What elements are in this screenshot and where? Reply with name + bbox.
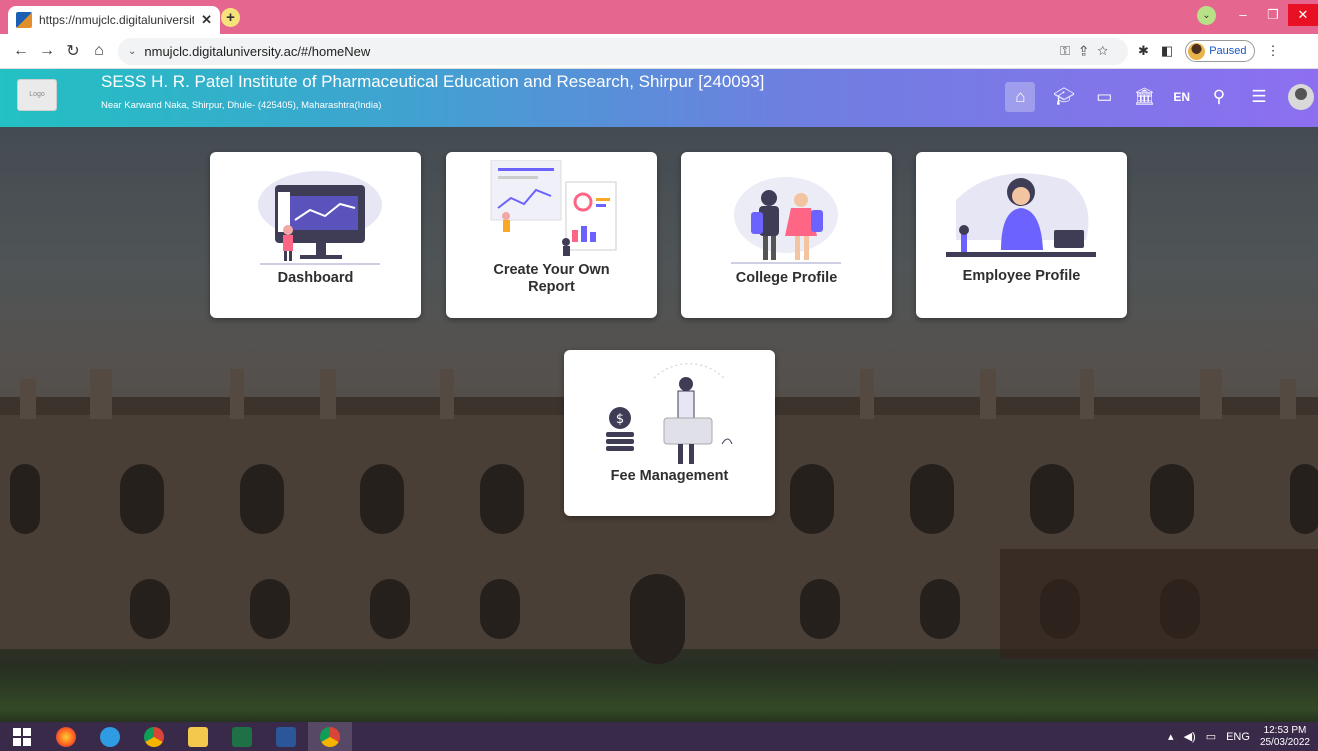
tab-close-icon[interactable]: ✕	[201, 12, 212, 28]
students-illustration-icon	[731, 177, 841, 264]
create-report-card[interactable]: Create Your Own Report	[446, 152, 657, 318]
fee-illustration-icon: $	[606, 363, 733, 464]
back-button[interactable]: ←	[8, 42, 34, 60]
chrome-menu-icon[interactable]: ⋮	[1267, 43, 1280, 59]
network-icon[interactable]: ▭	[1206, 730, 1216, 743]
institute-name: SESS H. R. Patel Institute of Pharmaceut…	[101, 72, 765, 91]
site-header: Logo SESS H. R. Patel Institute of Pharm…	[0, 69, 1318, 127]
user-avatar[interactable]	[1288, 84, 1314, 110]
word-icon	[276, 726, 296, 747]
institute-address: Near Karwand Naka, Shirpur, Dhule- (4254…	[101, 100, 382, 111]
fee-management-card[interactable]: $ Fee Management	[564, 350, 775, 516]
clock-time: 12:53 PM	[1263, 724, 1307, 736]
chrome-taskbar-button[interactable]	[132, 722, 176, 751]
firefox-taskbar-button[interactable]	[44, 722, 88, 751]
site-info-icon[interactable]: ⌄	[128, 46, 136, 57]
excel-icon	[232, 726, 252, 747]
internet-explorer-icon	[100, 726, 120, 747]
side-panel-icon[interactable]: ◧	[1161, 43, 1173, 59]
home-button[interactable]: ⌂	[86, 42, 112, 60]
home-icon[interactable]: ⌂	[1005, 82, 1036, 112]
screen-icon[interactable]: ▭	[1093, 87, 1115, 107]
clock-date: 25/03/2022	[1259, 736, 1310, 748]
create-report-card-label: Create Your Own Report	[493, 262, 610, 295]
windows-logo-icon	[13, 727, 31, 746]
employee-profile-card-label: Employee Profile	[962, 268, 1081, 284]
firefox-icon	[56, 726, 76, 747]
profile-avatar-icon	[1188, 42, 1206, 60]
windows-taskbar: ▴ ◀︎) ▭ ENG 12:53 PM 25/03/2022	[0, 722, 1318, 751]
institution-icon[interactable]: 🏛︎	[1133, 87, 1156, 107]
chrome-icon	[144, 726, 164, 747]
profile-status: Paused	[1209, 45, 1247, 57]
reload-button[interactable]: ↻	[60, 41, 86, 61]
site-favicon-icon	[16, 12, 32, 28]
extensions-icon[interactable]: ✱	[1138, 43, 1149, 59]
volume-icon[interactable]: ◀︎)	[1184, 730, 1196, 743]
ie-taskbar-button[interactable]	[88, 722, 132, 751]
browser-toolbar: ← → ↻ ⌂ ⌄ nmujclc.digitaluniversity.ac/#…	[0, 34, 1318, 69]
clock[interactable]: 12:53 PM 25/03/2022	[1260, 725, 1310, 749]
dashboard-card[interactable]: Dashboard	[210, 152, 421, 318]
forward-button[interactable]: →	[34, 42, 60, 60]
svg-text:$: $	[616, 412, 624, 427]
language-indicator[interactable]: ENG	[1226, 731, 1250, 743]
profile-button[interactable]: Paused	[1185, 40, 1255, 62]
college-profile-card-label: College Profile	[735, 270, 838, 286]
omnibox-actions[interactable]: ⚿⇪☆	[1060, 43, 1118, 59]
college-profile-card[interactable]: College Profile	[681, 152, 892, 318]
chrome-active-taskbar-button[interactable]	[308, 722, 352, 751]
report-illustration-icon	[490, 160, 617, 256]
tab-title: https://nmujclc.digitaluniversity.a	[39, 13, 195, 27]
start-button[interactable]	[0, 722, 44, 751]
show-hidden-icons-icon[interactable]: ▴	[1168, 730, 1174, 743]
page-content: Logo SESS H. R. Patel Institute of Pharm…	[0, 69, 1318, 722]
close-window-button[interactable]: ✕	[1288, 4, 1318, 26]
dashboard-card-label: Dashboard	[277, 270, 354, 286]
chrome-profile-icon	[320, 726, 340, 747]
restore-button[interactable]: ❐	[1258, 4, 1288, 26]
language-selector[interactable]: EN	[1173, 90, 1190, 104]
folder-icon	[188, 726, 208, 747]
browser-tab[interactable]: https://nmujclc.digitaluniversity.a ✕	[8, 6, 220, 34]
browser-tab-strip: https://nmujclc.digitaluniversity.a ✕ + …	[0, 0, 1318, 34]
new-tab-button[interactable]: +	[221, 8, 240, 27]
address-bar[interactable]: ⌄ nmujclc.digitaluniversity.ac/#/homeNew…	[118, 37, 1128, 65]
fee-management-card-label: Fee Management	[610, 468, 729, 484]
institute-logo[interactable]: Logo	[17, 79, 57, 111]
menu-icon[interactable]: ☰	[1248, 87, 1270, 107]
graduation-cap-icon[interactable]: 🎓︎	[1053, 87, 1076, 107]
minimize-button[interactable]: –	[1228, 4, 1258, 26]
file-explorer-taskbar-button[interactable]	[176, 722, 220, 751]
search-icon[interactable]: ⚲	[1208, 87, 1230, 107]
dashboard-illustration-icon	[258, 171, 382, 265]
url-text: nmujclc.digitaluniversity.ac/#/homeNew	[144, 43, 371, 59]
employee-profile-card[interactable]: Employee Profile	[916, 152, 1127, 318]
word-taskbar-button[interactable]	[264, 722, 308, 751]
excel-taskbar-button[interactable]	[220, 722, 264, 751]
employee-illustration-icon	[946, 173, 1096, 257]
chrome-profile-menu-icon[interactable]: ⌄	[1197, 5, 1216, 25]
system-tray: ▴ ◀︎) ▭ ENG 12:53 PM 25/03/2022	[1168, 722, 1310, 751]
window-controls: ⌄ – ❐ ✕	[1197, 0, 1318, 30]
